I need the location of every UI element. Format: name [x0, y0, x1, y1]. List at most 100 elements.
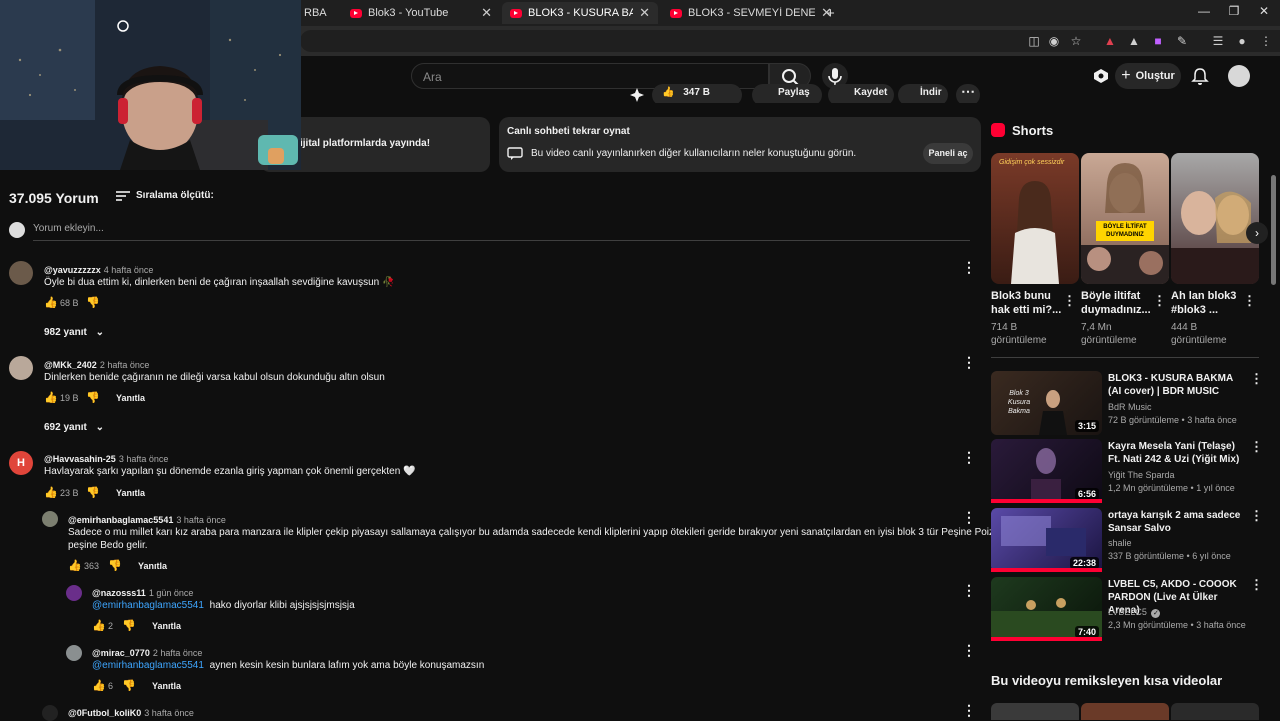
avatar[interactable]: [66, 585, 82, 601]
reply-time[interactable]: 2 hafta önce: [153, 648, 203, 658]
video-thumbnail[interactable]: 7:40: [991, 577, 1102, 641]
window-close-icon[interactable]: ✕: [1254, 4, 1274, 18]
video-menu-icon[interactable]: ⋮: [1250, 509, 1263, 522]
comment-author[interactable]: @MKk_2402: [44, 360, 97, 370]
show-replies-button[interactable]: 692 yanıt ⌄: [44, 422, 104, 433]
browser-tab-2[interactable]: Blok3 - YouTube ✕: [342, 2, 500, 24]
browser-tab-1[interactable]: RBA: [296, 2, 340, 24]
shield-icon[interactable]: ▲: [1126, 34, 1142, 48]
puzzle-icon[interactable]: ✎: [1174, 34, 1190, 48]
reply-author[interactable]: @mirac_0770: [92, 648, 150, 658]
comment-author[interactable]: @yavuzzzzzx: [44, 265, 101, 275]
minimize-icon[interactable]: —: [1194, 4, 1214, 18]
video-menu-icon[interactable]: ⋮: [1250, 578, 1263, 591]
like-icon[interactable]: 👍: [44, 486, 58, 499]
dislike-icon[interactable]: 👎: [86, 486, 100, 499]
reply-mention-link[interactable]: @emirhanbaglamac5541: [92, 660, 204, 671]
dislike-icon[interactable]: 👎: [86, 391, 100, 404]
reply-time[interactable]: 3 hafta önce: [176, 515, 226, 525]
video-channel[interactable]: Yiğit The Sparda: [1108, 470, 1175, 480]
reply-mention-link[interactable]: @emirhanbaglamac5541: [92, 600, 204, 611]
short-title[interactable]: Böyle iltifat duymadınız...: [1081, 289, 1161, 317]
reply-button[interactable]: Yanıtla: [138, 561, 167, 571]
dislike-icon[interactable]: 👎: [108, 559, 122, 572]
short-menu-icon[interactable]: ⋮: [1063, 294, 1076, 307]
dislike-icon[interactable]: 👎: [122, 679, 136, 692]
bookmark-star-icon[interactable]: ☆: [1068, 34, 1084, 48]
short-thumbnail[interactable]: Gidişim çok sessizdir: [991, 153, 1079, 284]
reply-button[interactable]: Yanıtla: [116, 488, 145, 498]
dislike-icon[interactable]: 👎: [122, 619, 136, 632]
menu-dots-icon[interactable]: ⋮: [1258, 34, 1274, 48]
comment-author[interactable]: @Havvasahin-25: [44, 454, 116, 464]
like-icon[interactable]: 👍: [68, 559, 82, 572]
comment-time[interactable]: 3 hafta önce: [119, 454, 169, 464]
remix-thumbnail[interactable]: [991, 703, 1079, 720]
install-app-icon[interactable]: ◫: [1026, 34, 1042, 48]
video-menu-icon[interactable]: ⋮: [1250, 440, 1263, 453]
video-menu-icon[interactable]: ⋮: [1250, 372, 1263, 385]
reply-author[interactable]: @0Futbol_koliK0: [68, 708, 141, 718]
create-button[interactable]: + Oluştur: [1115, 63, 1181, 89]
comment-time[interactable]: 4 hafta önce: [104, 265, 154, 275]
gaming-icon[interactable]: [1092, 67, 1110, 85]
reply-time[interactable]: 3 hafta önce: [144, 708, 194, 718]
sparkle-icon[interactable]: [630, 88, 644, 102]
comment-menu-icon[interactable]: ⋮: [962, 510, 976, 524]
extension-icon[interactable]: ■: [1150, 34, 1166, 48]
avatar[interactable]: [9, 261, 33, 285]
browser-tab-3-active[interactable]: BLOK3 - KUSURA BAKMA (Offic ✕: [502, 2, 658, 24]
sort-icon[interactable]: [116, 190, 130, 202]
avatar[interactable]: [66, 645, 82, 661]
comment-menu-icon[interactable]: ⋮: [962, 643, 976, 657]
reply-author[interactable]: @nazosss11: [92, 588, 146, 598]
like-icon[interactable]: 👍: [92, 679, 106, 692]
browser-tab-4[interactable]: BLOK3 - SEVMEYİ DENEMEDİN ✕: [662, 2, 840, 24]
media-icon[interactable]: ☰: [1210, 34, 1226, 48]
video-thumbnail[interactable]: 6:56: [991, 439, 1102, 503]
add-comment-input[interactable]: Yorum ekleyin...: [33, 223, 970, 241]
remix-thumbnail[interactable]: [1081, 703, 1169, 720]
video-title[interactable]: ortaya karışık 2 ama sadece Sansar Salvo: [1108, 509, 1244, 535]
reply-author[interactable]: @emirhanbaglamac5541: [68, 515, 173, 525]
page-scrollbar[interactable]: [1271, 175, 1276, 285]
video-thumbnail[interactable]: Blok 3 Kusura Bakma 3:15: [991, 371, 1102, 435]
short-thumbnail[interactable]: BÖYLE İLTİFAT DUYMADINIZ: [1081, 153, 1169, 284]
video-channel[interactable]: LVBELC5 ✓: [1108, 607, 1161, 618]
video-title[interactable]: Kayra Mesela Yani (Telaşe) Ft. Nati 242 …: [1108, 440, 1244, 466]
extension-icon[interactable]: ▲: [1102, 34, 1118, 48]
like-icon[interactable]: 👍: [44, 296, 58, 309]
show-replies-button[interactable]: 982 yanıt ⌄: [44, 327, 104, 338]
close-tab-icon[interactable]: ✕: [639, 5, 650, 21]
comment-menu-icon[interactable]: ⋮: [962, 260, 976, 274]
dislike-icon[interactable]: 👎: [86, 296, 100, 309]
comment-menu-icon[interactable]: ⋮: [962, 703, 976, 717]
video-channel[interactable]: BdR Music: [1108, 402, 1152, 412]
short-title[interactable]: Ah lan blok3 #blok3 ...: [1171, 289, 1251, 317]
short-title[interactable]: Blok3 bunu hak etti mi?...: [991, 289, 1071, 317]
remix-thumbnail[interactable]: [1171, 703, 1259, 720]
comment-menu-icon[interactable]: ⋮: [962, 450, 976, 464]
reply-button[interactable]: Yanıtla: [152, 621, 181, 631]
video-channel[interactable]: shalie: [1108, 538, 1132, 548]
chevron-right-icon[interactable]: ›: [1246, 222, 1268, 244]
reply-button[interactable]: Yanıtla: [116, 393, 145, 403]
close-tab-icon[interactable]: ✕: [481, 5, 492, 21]
reply-button[interactable]: Yanıtla: [152, 681, 181, 691]
avatar[interactable]: [9, 356, 33, 380]
avatar[interactable]: [42, 511, 58, 527]
restore-icon[interactable]: ❐: [1224, 4, 1244, 18]
like-icon[interactable]: 👍: [92, 619, 106, 632]
like-icon[interactable]: 👍: [44, 391, 58, 404]
comment-menu-icon[interactable]: ⋮: [962, 355, 976, 369]
short-menu-icon[interactable]: ⋮: [1153, 294, 1166, 307]
reply-time[interactable]: 1 gün önce: [149, 588, 194, 598]
eye-off-icon[interactable]: ◉: [1046, 34, 1062, 48]
user-avatar[interactable]: [1228, 65, 1250, 87]
sort-by-button[interactable]: Sıralama ölçütü:: [136, 190, 214, 201]
short-menu-icon[interactable]: ⋮: [1243, 294, 1256, 307]
new-tab-button[interactable]: +: [818, 2, 840, 24]
video-title[interactable]: BLOK3 - KUSURA BAKMA (AI cover) | BDR MU…: [1108, 372, 1244, 398]
profile-icon[interactable]: ●: [1234, 34, 1250, 48]
short-thumbnail[interactable]: [1171, 153, 1259, 284]
